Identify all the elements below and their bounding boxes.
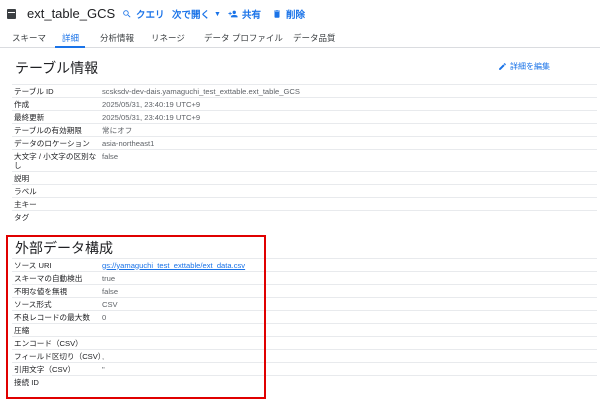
share-button[interactable]: 共有 bbox=[228, 7, 261, 21]
detail-value: 2025/05/31, 23:40:19 UTC+9 bbox=[102, 112, 201, 122]
detail-value bbox=[102, 185, 597, 197]
detail-row: ラベル bbox=[12, 184, 597, 197]
tab-insights[interactable]: 分析情報 bbox=[100, 32, 134, 44]
detail-key: 最終更新 bbox=[14, 112, 45, 122]
detail-row: 説明 bbox=[12, 171, 597, 184]
table-icon bbox=[7, 9, 16, 19]
detail-key: ラベル bbox=[14, 186, 37, 196]
detail-value: asia-northeast1 bbox=[102, 138, 155, 148]
open-next-button[interactable]: 次で開く ▼ bbox=[172, 7, 221, 21]
detail-value: 2025/05/31, 23:40:19 UTC+9 bbox=[102, 99, 201, 109]
delete-label: 削除 bbox=[286, 10, 306, 21]
share-label: 共有 bbox=[242, 10, 262, 21]
detail-row: タグ bbox=[12, 210, 597, 223]
toolbar: ext_table_GCS クエリ 次で開く ▼ 共有 削除 bbox=[0, 0, 600, 28]
query-label: クエリ bbox=[136, 10, 165, 21]
tab-bar: スキーマ 詳細 分析情報 リネージ データ プロファイル データ品質 bbox=[0, 28, 600, 48]
detail-value: scsksdv-dev-dais.yamaguchi_test_exttable… bbox=[102, 86, 300, 96]
detail-row: データのロケーション asia-northeast1 bbox=[12, 136, 597, 149]
detail-key: 主キー bbox=[14, 199, 37, 209]
table-info-list: テーブル ID scsksdv-dev-dais.yamaguchi_test_e… bbox=[12, 84, 597, 223]
highlight-box bbox=[6, 235, 266, 399]
edit-details-button[interactable]: 詳細を編集 bbox=[498, 61, 550, 72]
search-icon bbox=[123, 10, 131, 18]
add-person-icon bbox=[228, 10, 238, 18]
tab-details[interactable]: 詳細 bbox=[62, 32, 79, 44]
detail-value bbox=[102, 172, 597, 184]
detail-value bbox=[102, 211, 597, 223]
detail-value: 常にオフ bbox=[102, 125, 133, 135]
trash-icon bbox=[274, 10, 280, 18]
delete-button[interactable]: 削除 bbox=[272, 7, 305, 21]
tab-data-profile[interactable]: データ プロファイル bbox=[204, 32, 283, 44]
detail-value bbox=[102, 198, 597, 210]
detail-row: テーブル ID scsksdv-dev-dais.yamaguchi_test_e… bbox=[12, 84, 597, 97]
active-tab-indicator bbox=[55, 46, 85, 48]
detail-value: false bbox=[102, 151, 119, 161]
detail-key: テーブルの有効期限 bbox=[14, 125, 82, 135]
tab-lineage[interactable]: リネージ bbox=[151, 32, 185, 44]
detail-row: 作成 2025/05/31, 23:40:19 UTC+9 bbox=[12, 97, 597, 110]
tab-data-quality[interactable]: データ品質 bbox=[293, 32, 336, 44]
detail-row: 大文字 / 小文字の区別なし false bbox=[12, 149, 597, 171]
open-next-label: 次で開く bbox=[172, 10, 211, 21]
tab-schema[interactable]: スキーマ bbox=[12, 32, 46, 44]
query-button[interactable]: クエリ bbox=[122, 7, 165, 21]
page-title: ext_table_GCS bbox=[27, 6, 116, 21]
detail-row: 主キー bbox=[12, 197, 597, 210]
edit-details-label: 詳細を編集 bbox=[510, 62, 550, 71]
detail-key: 大文字 / 小文字の区別なし bbox=[14, 151, 97, 170]
detail-key: データのロケーション bbox=[14, 138, 90, 148]
detail-key: テーブル ID bbox=[14, 86, 54, 96]
detail-row: 最終更新 2025/05/31, 23:40:19 UTC+9 bbox=[12, 110, 597, 123]
chevron-down-icon: ▼ bbox=[214, 10, 221, 18]
detail-row: テーブルの有効期限 常にオフ bbox=[12, 123, 597, 136]
detail-key: 説明 bbox=[14, 173, 30, 183]
detail-key: 作成 bbox=[14, 99, 30, 109]
pencil-icon bbox=[499, 63, 506, 70]
table-info-heading: テーブル情報 bbox=[15, 60, 99, 76]
detail-key: タグ bbox=[14, 212, 30, 222]
